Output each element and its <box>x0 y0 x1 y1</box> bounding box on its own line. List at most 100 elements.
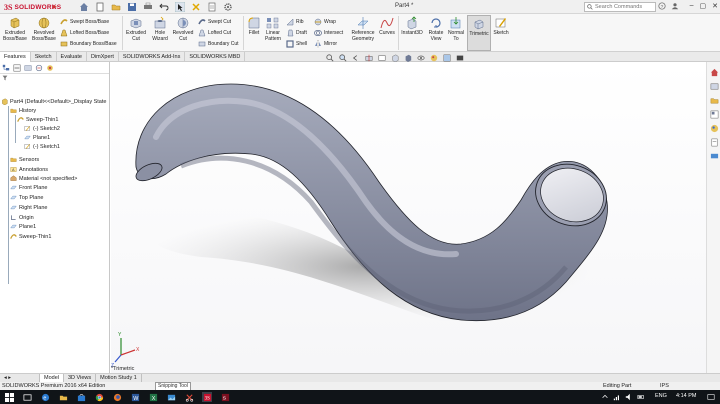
tab-mbd[interactable]: SOLIDWORKS MBD <box>185 52 246 62</box>
restore-icon[interactable]: ▢ <box>700 2 707 10</box>
tab-dimxpert[interactable]: DimXpert <box>87 52 119 62</box>
forum-icon[interactable] <box>710 152 719 161</box>
tab-sketch[interactable]: Sketch <box>31 52 57 62</box>
tree-filter[interactable] <box>0 74 109 82</box>
help-icon[interactable]: ? <box>658 2 666 10</box>
tree-item-plane1[interactable]: Plane1 <box>10 222 36 231</box>
file-explorer-icon[interactable] <box>710 96 719 105</box>
network-icon[interactable] <box>612 392 622 402</box>
appearances-icon[interactable] <box>710 124 719 133</box>
custom-properties-icon[interactable] <box>710 138 719 147</box>
tree-item-sweep-thin[interactable]: Sweep-Thin1 <box>10 232 51 241</box>
tray-up-arrow-icon[interactable] <box>600 392 610 402</box>
revolved-boss-button[interactable]: Revolved Boss/Base <box>30 16 58 42</box>
photos-icon[interactable] <box>166 392 176 402</box>
shell-button[interactable]: Shell <box>286 39 307 48</box>
select-pointer-icon[interactable] <box>174 1 186 13</box>
hole-wizard-button[interactable]: Hole Wizard <box>149 16 171 42</box>
curves-button[interactable]: Curves <box>378 16 396 37</box>
battery-icon[interactable] <box>636 392 646 402</box>
firefox-icon[interactable] <box>112 392 122 402</box>
normal-to-button[interactable]: Normal To <box>446 16 466 42</box>
boundary-cut-button[interactable]: Boundary Cut <box>198 39 239 48</box>
store-icon[interactable] <box>76 392 86 402</box>
tab-evaluate[interactable]: Evaluate <box>57 52 87 62</box>
graphics-area[interactable]: Y X Z <box>111 62 706 373</box>
zoom-to-fit-icon[interactable] <box>325 54 335 62</box>
snipping-tool-icon[interactable] <box>184 392 194 402</box>
solidworks-resources-icon[interactable] <box>710 68 719 77</box>
section-view-icon[interactable] <box>364 54 374 62</box>
user-icon[interactable] <box>671 2 679 10</box>
rotate-view-button[interactable]: Rotate View <box>426 16 446 42</box>
solidworks-docs-icon[interactable]: S <box>220 392 230 402</box>
home-icon[interactable] <box>78 1 90 13</box>
word-icon[interactable]: W <box>130 392 140 402</box>
tree-item-sketch2[interactable]: (-) Sketch2 <box>24 124 60 133</box>
tree-item-plane1-history[interactable]: Plane1 <box>24 133 50 142</box>
apply-scene-icon[interactable] <box>442 54 452 62</box>
new-document-icon[interactable] <box>94 1 106 13</box>
configuration-manager-icon[interactable] <box>24 64 32 72</box>
clock[interactable]: 4:14 PM <box>676 393 696 399</box>
dynamic-annotation-icon[interactable] <box>377 54 387 62</box>
tree-item-origin[interactable]: Origin <box>10 213 34 222</box>
3d-model-view[interactable]: Y X Z <box>111 62 706 373</box>
intersect-button[interactable]: Intersect <box>314 28 343 37</box>
print-icon[interactable] <box>142 1 154 13</box>
boundary-boss-button[interactable]: Boundary Boss/Base <box>60 39 117 48</box>
fillet-button[interactable]: Fillet <box>245 16 263 37</box>
task-view-icon[interactable] <box>22 392 32 402</box>
volume-icon[interactable] <box>624 392 634 402</box>
undo-icon[interactable] <box>158 1 170 13</box>
tree-item-top-plane[interactable]: Top Plane <box>10 193 43 202</box>
save-icon[interactable] <box>126 1 138 13</box>
reference-geometry-button[interactable]: Reference Geometry <box>348 16 378 42</box>
draft-button[interactable]: Draft <box>286 28 307 37</box>
close-icon[interactable]: ✕ <box>712 2 718 10</box>
rebuild-icon[interactable] <box>190 1 202 13</box>
lofted-boss-button[interactable]: Lofted Boss/Base <box>60 28 109 37</box>
linear-pattern-button[interactable]: Linear Pattern <box>263 16 283 42</box>
edit-appearance-icon[interactable] <box>429 54 439 62</box>
tab-addins[interactable]: SOLIDWORKS Add-Ins <box>119 52 186 62</box>
excel-icon[interactable]: X <box>148 392 158 402</box>
start-windows-icon[interactable] <box>4 392 14 402</box>
tree-item-material[interactable]: Material <not specified> <box>10 174 77 183</box>
tree-item-right-plane[interactable]: Right Plane <box>10 203 47 212</box>
file-properties-icon[interactable] <box>206 1 218 13</box>
tab-features[interactable]: Features <box>0 52 31 62</box>
search-input[interactable] <box>595 4 651 10</box>
design-library-icon[interactable] <box>710 82 719 91</box>
hide-show-items-icon[interactable] <box>416 54 426 62</box>
mirror-button[interactable]: Mirror <box>314 39 337 48</box>
feature-tree-icon[interactable] <box>2 64 10 72</box>
wrap-button[interactable]: Wrap <box>314 17 336 26</box>
view-settings-icon[interactable] <box>455 54 465 62</box>
tree-item-sensors[interactable]: Sensors <box>10 155 39 164</box>
swept-boss-button[interactable]: Swept Boss/Base <box>60 17 109 26</box>
notifications-icon[interactable] <box>706 392 716 402</box>
file-explorer-taskbar-icon[interactable] <box>58 392 68 402</box>
display-manager-icon[interactable] <box>46 64 54 72</box>
lofted-cut-button[interactable]: Lofted Cut <box>198 28 231 37</box>
extruded-boss-button[interactable]: Extruded Boss/Base <box>2 16 28 42</box>
view-palette-icon[interactable] <box>710 110 719 119</box>
options-gear-icon[interactable] <box>222 1 234 13</box>
tree-item-history[interactable]: History <box>10 106 36 115</box>
zoom-to-area-icon[interactable] <box>338 54 348 62</box>
sketch-button[interactable]: Sketch <box>492 16 510 37</box>
revolved-cut-button[interactable]: Revolved Cut <box>171 16 195 42</box>
chrome-icon[interactable] <box>94 392 104 402</box>
extruded-cut-button[interactable]: Extruded Cut <box>124 16 148 42</box>
language-indicator[interactable]: ENG <box>655 393 667 399</box>
units-selector[interactable]: IPS <box>660 382 669 390</box>
minimize-icon[interactable]: – <box>690 2 694 10</box>
open-folder-icon[interactable] <box>110 1 122 13</box>
menu-arrow-icon[interactable]: ▸ <box>50 2 60 12</box>
tree-item-sketch1[interactable]: (-) Sketch1 <box>24 142 60 151</box>
solidworks-taskbar-icon[interactable]: 3S <box>202 392 212 402</box>
tree-item-history-sweep[interactable]: Sweep-Thin1 <box>17 115 58 124</box>
dimxpert-manager-icon[interactable] <box>35 64 43 72</box>
display-style-icon[interactable] <box>403 54 413 62</box>
